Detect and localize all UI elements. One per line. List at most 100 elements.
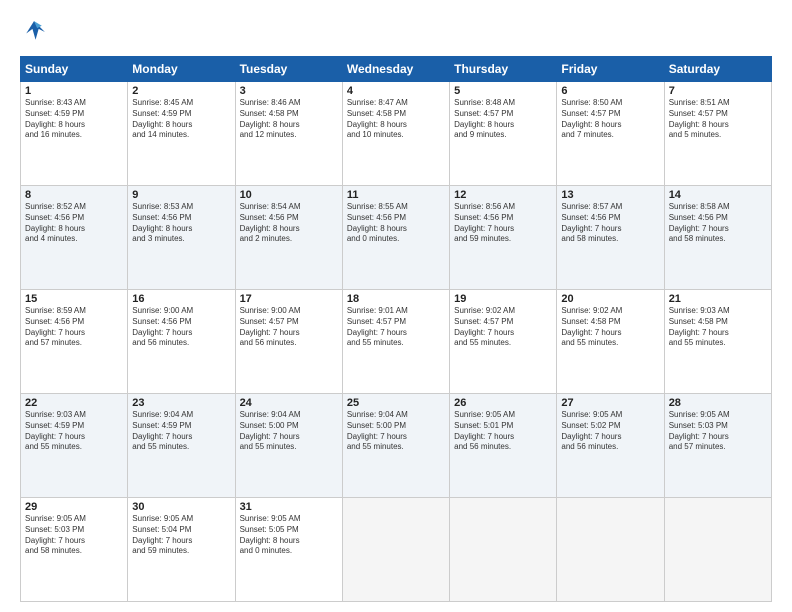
day-number: 22 bbox=[25, 397, 123, 409]
day-info: Sunrise: 9:00 AM Sunset: 4:56 PM Dayligh… bbox=[132, 306, 230, 349]
day-number: 14 bbox=[669, 189, 767, 201]
day-info: Sunrise: 8:54 AM Sunset: 4:56 PM Dayligh… bbox=[240, 202, 338, 245]
calendar-cell: 8Sunrise: 8:52 AM Sunset: 4:56 PM Daylig… bbox=[21, 186, 128, 290]
day-number: 8 bbox=[25, 189, 123, 201]
day-number: 9 bbox=[132, 189, 230, 201]
weekday-header: Monday bbox=[128, 57, 235, 82]
day-number: 13 bbox=[561, 189, 659, 201]
calendar-cell: 4Sunrise: 8:47 AM Sunset: 4:58 PM Daylig… bbox=[342, 82, 449, 186]
day-info: Sunrise: 8:43 AM Sunset: 4:59 PM Dayligh… bbox=[25, 98, 123, 141]
calendar-cell: 27Sunrise: 9:05 AM Sunset: 5:02 PM Dayli… bbox=[557, 394, 664, 498]
day-info: Sunrise: 9:04 AM Sunset: 4:59 PM Dayligh… bbox=[132, 410, 230, 453]
calendar-cell bbox=[557, 498, 664, 602]
weekday-header: Wednesday bbox=[342, 57, 449, 82]
weekday-header: Sunday bbox=[21, 57, 128, 82]
day-number: 3 bbox=[240, 85, 338, 97]
day-info: Sunrise: 9:05 AM Sunset: 5:02 PM Dayligh… bbox=[561, 410, 659, 453]
calendar-cell bbox=[342, 498, 449, 602]
calendar-cell: 26Sunrise: 9:05 AM Sunset: 5:01 PM Dayli… bbox=[450, 394, 557, 498]
day-info: Sunrise: 9:02 AM Sunset: 4:57 PM Dayligh… bbox=[454, 306, 552, 349]
day-info: Sunrise: 9:00 AM Sunset: 4:57 PM Dayligh… bbox=[240, 306, 338, 349]
calendar-cell: 3Sunrise: 8:46 AM Sunset: 4:58 PM Daylig… bbox=[235, 82, 342, 186]
day-info: Sunrise: 9:05 AM Sunset: 5:03 PM Dayligh… bbox=[669, 410, 767, 453]
calendar-cell: 18Sunrise: 9:01 AM Sunset: 4:57 PM Dayli… bbox=[342, 290, 449, 394]
day-number: 28 bbox=[669, 397, 767, 409]
day-number: 18 bbox=[347, 293, 445, 305]
calendar-cell: 1Sunrise: 8:43 AM Sunset: 4:59 PM Daylig… bbox=[21, 82, 128, 186]
calendar-cell: 14Sunrise: 8:58 AM Sunset: 4:56 PM Dayli… bbox=[664, 186, 771, 290]
calendar-cell: 24Sunrise: 9:04 AM Sunset: 5:00 PM Dayli… bbox=[235, 394, 342, 498]
weekday-header: Saturday bbox=[664, 57, 771, 82]
day-info: Sunrise: 8:53 AM Sunset: 4:56 PM Dayligh… bbox=[132, 202, 230, 245]
calendar-cell: 23Sunrise: 9:04 AM Sunset: 4:59 PM Dayli… bbox=[128, 394, 235, 498]
day-number: 1 bbox=[25, 85, 123, 97]
day-info: Sunrise: 8:50 AM Sunset: 4:57 PM Dayligh… bbox=[561, 98, 659, 141]
day-number: 4 bbox=[347, 85, 445, 97]
day-info: Sunrise: 9:04 AM Sunset: 5:00 PM Dayligh… bbox=[240, 410, 338, 453]
calendar-cell: 28Sunrise: 9:05 AM Sunset: 5:03 PM Dayli… bbox=[664, 394, 771, 498]
calendar-cell: 5Sunrise: 8:48 AM Sunset: 4:57 PM Daylig… bbox=[450, 82, 557, 186]
weekday-header: Thursday bbox=[450, 57, 557, 82]
day-number: 2 bbox=[132, 85, 230, 97]
calendar-cell: 15Sunrise: 8:59 AM Sunset: 4:56 PM Dayli… bbox=[21, 290, 128, 394]
logo-icon bbox=[20, 18, 48, 46]
calendar-table: SundayMondayTuesdayWednesdayThursdayFrid… bbox=[20, 56, 772, 602]
calendar-cell: 25Sunrise: 9:04 AM Sunset: 5:00 PM Dayli… bbox=[342, 394, 449, 498]
calendar-cell: 20Sunrise: 9:02 AM Sunset: 4:58 PM Dayli… bbox=[557, 290, 664, 394]
day-number: 16 bbox=[132, 293, 230, 305]
day-info: Sunrise: 8:45 AM Sunset: 4:59 PM Dayligh… bbox=[132, 98, 230, 141]
calendar-cell: 10Sunrise: 8:54 AM Sunset: 4:56 PM Dayli… bbox=[235, 186, 342, 290]
calendar-cell: 29Sunrise: 9:05 AM Sunset: 5:03 PM Dayli… bbox=[21, 498, 128, 602]
day-number: 7 bbox=[669, 85, 767, 97]
calendar-cell: 12Sunrise: 8:56 AM Sunset: 4:56 PM Dayli… bbox=[450, 186, 557, 290]
day-info: Sunrise: 8:56 AM Sunset: 4:56 PM Dayligh… bbox=[454, 202, 552, 245]
day-number: 23 bbox=[132, 397, 230, 409]
day-info: Sunrise: 8:48 AM Sunset: 4:57 PM Dayligh… bbox=[454, 98, 552, 141]
day-number: 27 bbox=[561, 397, 659, 409]
day-info: Sunrise: 8:59 AM Sunset: 4:56 PM Dayligh… bbox=[25, 306, 123, 349]
day-info: Sunrise: 9:01 AM Sunset: 4:57 PM Dayligh… bbox=[347, 306, 445, 349]
day-number: 10 bbox=[240, 189, 338, 201]
day-number: 29 bbox=[25, 501, 123, 513]
day-info: Sunrise: 9:03 AM Sunset: 4:59 PM Dayligh… bbox=[25, 410, 123, 453]
day-number: 26 bbox=[454, 397, 552, 409]
calendar-cell: 16Sunrise: 9:00 AM Sunset: 4:56 PM Dayli… bbox=[128, 290, 235, 394]
calendar-cell: 11Sunrise: 8:55 AM Sunset: 4:56 PM Dayli… bbox=[342, 186, 449, 290]
day-info: Sunrise: 8:52 AM Sunset: 4:56 PM Dayligh… bbox=[25, 202, 123, 245]
day-info: Sunrise: 8:46 AM Sunset: 4:58 PM Dayligh… bbox=[240, 98, 338, 141]
calendar-cell: 21Sunrise: 9:03 AM Sunset: 4:58 PM Dayli… bbox=[664, 290, 771, 394]
calendar-cell: 17Sunrise: 9:00 AM Sunset: 4:57 PM Dayli… bbox=[235, 290, 342, 394]
day-info: Sunrise: 8:51 AM Sunset: 4:57 PM Dayligh… bbox=[669, 98, 767, 141]
day-info: Sunrise: 8:47 AM Sunset: 4:58 PM Dayligh… bbox=[347, 98, 445, 141]
day-info: Sunrise: 8:58 AM Sunset: 4:56 PM Dayligh… bbox=[669, 202, 767, 245]
logo bbox=[20, 18, 52, 46]
calendar-cell bbox=[450, 498, 557, 602]
day-info: Sunrise: 9:05 AM Sunset: 5:03 PM Dayligh… bbox=[25, 514, 123, 557]
day-info: Sunrise: 9:04 AM Sunset: 5:00 PM Dayligh… bbox=[347, 410, 445, 453]
day-number: 12 bbox=[454, 189, 552, 201]
day-number: 5 bbox=[454, 85, 552, 97]
day-info: Sunrise: 9:03 AM Sunset: 4:58 PM Dayligh… bbox=[669, 306, 767, 349]
calendar-cell: 6Sunrise: 8:50 AM Sunset: 4:57 PM Daylig… bbox=[557, 82, 664, 186]
day-number: 6 bbox=[561, 85, 659, 97]
calendar-cell: 22Sunrise: 9:03 AM Sunset: 4:59 PM Dayli… bbox=[21, 394, 128, 498]
calendar-cell: 13Sunrise: 8:57 AM Sunset: 4:56 PM Dayli… bbox=[557, 186, 664, 290]
day-number: 31 bbox=[240, 501, 338, 513]
day-info: Sunrise: 8:55 AM Sunset: 4:56 PM Dayligh… bbox=[347, 202, 445, 245]
calendar-cell: 30Sunrise: 9:05 AM Sunset: 5:04 PM Dayli… bbox=[128, 498, 235, 602]
day-number: 25 bbox=[347, 397, 445, 409]
weekday-header: Friday bbox=[557, 57, 664, 82]
day-number: 17 bbox=[240, 293, 338, 305]
day-number: 21 bbox=[669, 293, 767, 305]
calendar-cell: 2Sunrise: 8:45 AM Sunset: 4:59 PM Daylig… bbox=[128, 82, 235, 186]
header bbox=[20, 18, 772, 46]
day-info: Sunrise: 9:05 AM Sunset: 5:04 PM Dayligh… bbox=[132, 514, 230, 557]
page: SundayMondayTuesdayWednesdayThursdayFrid… bbox=[0, 0, 792, 612]
calendar-cell: 9Sunrise: 8:53 AM Sunset: 4:56 PM Daylig… bbox=[128, 186, 235, 290]
day-number: 15 bbox=[25, 293, 123, 305]
day-info: Sunrise: 9:05 AM Sunset: 5:01 PM Dayligh… bbox=[454, 410, 552, 453]
day-number: 24 bbox=[240, 397, 338, 409]
day-info: Sunrise: 9:02 AM Sunset: 4:58 PM Dayligh… bbox=[561, 306, 659, 349]
day-info: Sunrise: 9:05 AM Sunset: 5:05 PM Dayligh… bbox=[240, 514, 338, 557]
calendar-cell: 31Sunrise: 9:05 AM Sunset: 5:05 PM Dayli… bbox=[235, 498, 342, 602]
